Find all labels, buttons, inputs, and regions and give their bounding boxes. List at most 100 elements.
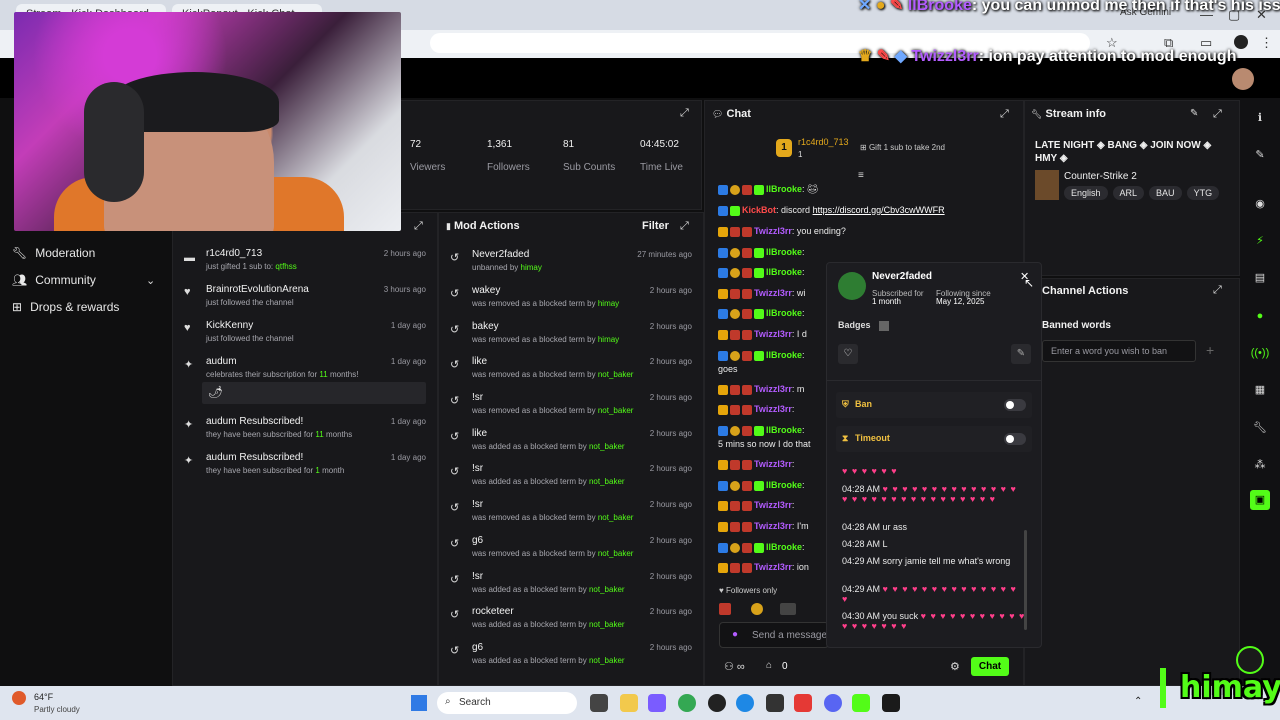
term-name: !sr: [472, 463, 484, 474]
event-desc: they have been subscribed for 11 months: [206, 430, 353, 439]
document-icon[interactable]: ▤: [1250, 268, 1270, 288]
edit-icon[interactable]: ✎: [1250, 145, 1270, 165]
discord-link[interactable]: https://discord.gg/Cbv3cwWWFR: [813, 205, 945, 215]
infinity-icon[interactable]: ⚇ ∞: [724, 660, 745, 673]
task-view-icon[interactable]: [590, 694, 608, 712]
ban-toggle[interactable]: [1004, 399, 1026, 411]
stat-label: Sub Counts: [563, 162, 616, 173]
app-icon[interactable]: [766, 694, 784, 712]
event-user[interactable]: KickKenny: [206, 320, 253, 331]
microphone-icon[interactable]: ●: [732, 629, 738, 640]
list-item: ▬ r1c4rd0_713 just gifted 1 sub to: qtfh…: [174, 248, 436, 284]
taskbar-search[interactable]: ⌕ Search: [437, 692, 577, 714]
ban-row[interactable]: ⛨ Ban: [836, 392, 1032, 418]
emote-row: [719, 600, 819, 616]
overlay-username: Twizzl3rr: [911, 48, 979, 65]
expand-icon[interactable]: ⤢: [680, 107, 689, 120]
term-name: g6: [472, 535, 484, 546]
stream-category[interactable]: Counter-Strike 2: [1064, 171, 1137, 182]
filter-button[interactable]: Filter: [642, 220, 669, 232]
gift-sub-button[interactable]: ✎: [1011, 344, 1031, 364]
banned-words-label: Banned words: [1042, 320, 1111, 331]
webcam-overlay: [14, 12, 401, 231]
event-user[interactable]: audum Resubscribed!: [206, 416, 303, 427]
event-user[interactable]: r1c4rd0_713: [206, 248, 262, 259]
send-message-input[interactable]: ● Send a message: [719, 622, 829, 648]
expand-icon[interactable]: ⤢: [1000, 108, 1009, 121]
tag-chip[interactable]: YTG: [1186, 186, 1220, 200]
kick-icon[interactable]: [852, 694, 870, 712]
stat-value: 81: [563, 139, 575, 150]
windows-start-icon[interactable]: [411, 695, 427, 711]
heart-icon: ♥: [184, 286, 191, 298]
event-user[interactable]: audum: [206, 356, 237, 367]
action-time: 2 hours ago: [649, 393, 692, 402]
settings-gear-icon[interactable]: ⚙: [950, 660, 960, 673]
edit-pencil-icon[interactable]: ✎: [1190, 108, 1198, 119]
tag-chip[interactable]: ARL: [1112, 186, 1145, 200]
history-message: 04:28 AM ur ass: [842, 522, 908, 532]
expand-icon[interactable]: ⤢: [414, 220, 423, 233]
nav-drops-rewards[interactable]: ⊞ Drops & rewards: [12, 300, 119, 314]
gift-icon: ⊞: [12, 300, 23, 314]
chat-icon[interactable]: ●: [1250, 306, 1270, 326]
expand-icon[interactable]: ⤢: [680, 220, 689, 233]
term-name: Never2faded: [472, 249, 530, 260]
banned-word-input[interactable]: Enter a word you wish to ban: [1042, 340, 1196, 362]
gift-icon: ▬: [184, 252, 195, 264]
obs-icon[interactable]: [708, 694, 726, 712]
more-icon[interactable]: ⋮: [1260, 35, 1273, 51]
tag-chip[interactable]: BAU: [1149, 186, 1182, 200]
category-thumbnail[interactable]: [1035, 170, 1059, 200]
table-row: ↺ bakey was removed as a blocked term by h…: [440, 321, 702, 357]
app-icon[interactable]: [882, 694, 900, 712]
nav-moderation[interactable]: 🔧︎ Moderation: [12, 246, 95, 260]
history-icon: ↺: [450, 359, 460, 371]
send-chat-button[interactable]: Chat: [971, 657, 1009, 676]
app-icon[interactable]: ▣: [1250, 490, 1270, 510]
user-avatar[interactable]: [1232, 68, 1254, 90]
nav-community[interactable]: 👥︎ Community: [12, 273, 96, 287]
term-name: like: [472, 428, 488, 439]
subscribed-for-value: 1 month: [872, 297, 901, 306]
layout-icon[interactable]: ▦: [1250, 380, 1270, 400]
popup-username[interactable]: Never2faded: [872, 271, 932, 282]
stat-value: 1,361: [487, 139, 513, 150]
expand-icon[interactable]: ⤢: [1213, 108, 1222, 121]
event-user[interactable]: audum Resubscribed!: [206, 452, 303, 463]
timeout-toggle[interactable]: [1004, 433, 1026, 445]
lightning-icon[interactable]: ⚡︎: [1250, 231, 1270, 251]
timeout-row[interactable]: ⧗ Timeout: [836, 426, 1032, 452]
edge-icon[interactable]: [736, 694, 754, 712]
expand-icon[interactable]: ⤢: [1213, 284, 1222, 297]
history-icon: ↺: [450, 538, 460, 550]
discord-icon[interactable]: [824, 694, 842, 712]
gift-sub-prompt[interactable]: ⊞ Gift 1 sub to take 2nd: [860, 143, 945, 152]
weather-temp: 64°F: [34, 692, 54, 702]
add-banned-word-button[interactable]: +: [1206, 342, 1214, 358]
action-time: 2 hours ago: [649, 429, 692, 438]
badge-icon: ✕: [858, 0, 872, 14]
nodes-icon[interactable]: ⁂: [1250, 455, 1270, 475]
chrome-icon[interactable]: [678, 694, 696, 712]
file-explorer-icon[interactable]: [620, 694, 638, 712]
info-icon[interactable]: ℹ: [1250, 108, 1270, 128]
popup-scrollbar[interactable]: [1024, 530, 1027, 630]
pinned-user: r1c4rd0_713: [798, 137, 849, 147]
follow-heart-button[interactable]: ♡: [838, 344, 858, 364]
store-icon[interactable]: ⌂: [766, 660, 772, 671]
camera-icon[interactable]: ◉: [1250, 194, 1270, 214]
chevron-down-icon[interactable]: ⌄: [146, 274, 155, 287]
tray-chevron-icon[interactable]: ⌃: [1134, 696, 1142, 707]
tag-chip[interactable]: English: [1064, 186, 1108, 200]
broadcast-icon[interactable]: ((•)): [1250, 343, 1270, 363]
app-icon[interactable]: [648, 694, 666, 712]
pinned-gifter[interactable]: r1c4rd0_713: [798, 137, 849, 147]
wrench-icon[interactable]: 🔧︎: [1250, 418, 1270, 438]
youtube-icon[interactable]: [794, 694, 812, 712]
event-user[interactable]: BrainrotEvolutionArena: [206, 284, 309, 295]
collapse-icon[interactable]: ≡: [858, 170, 864, 181]
stat-followers: 1,361 Followers: [487, 139, 530, 173]
message-history: ♥ ♥ ♥ ♥ ♥ ♥ 04:28 AM ♥ ♥ ♥ ♥ ♥ ♥ ♥ ♥ ♥ ♥…: [826, 460, 1042, 640]
panel-title: Mod Actions: [454, 220, 520, 232]
